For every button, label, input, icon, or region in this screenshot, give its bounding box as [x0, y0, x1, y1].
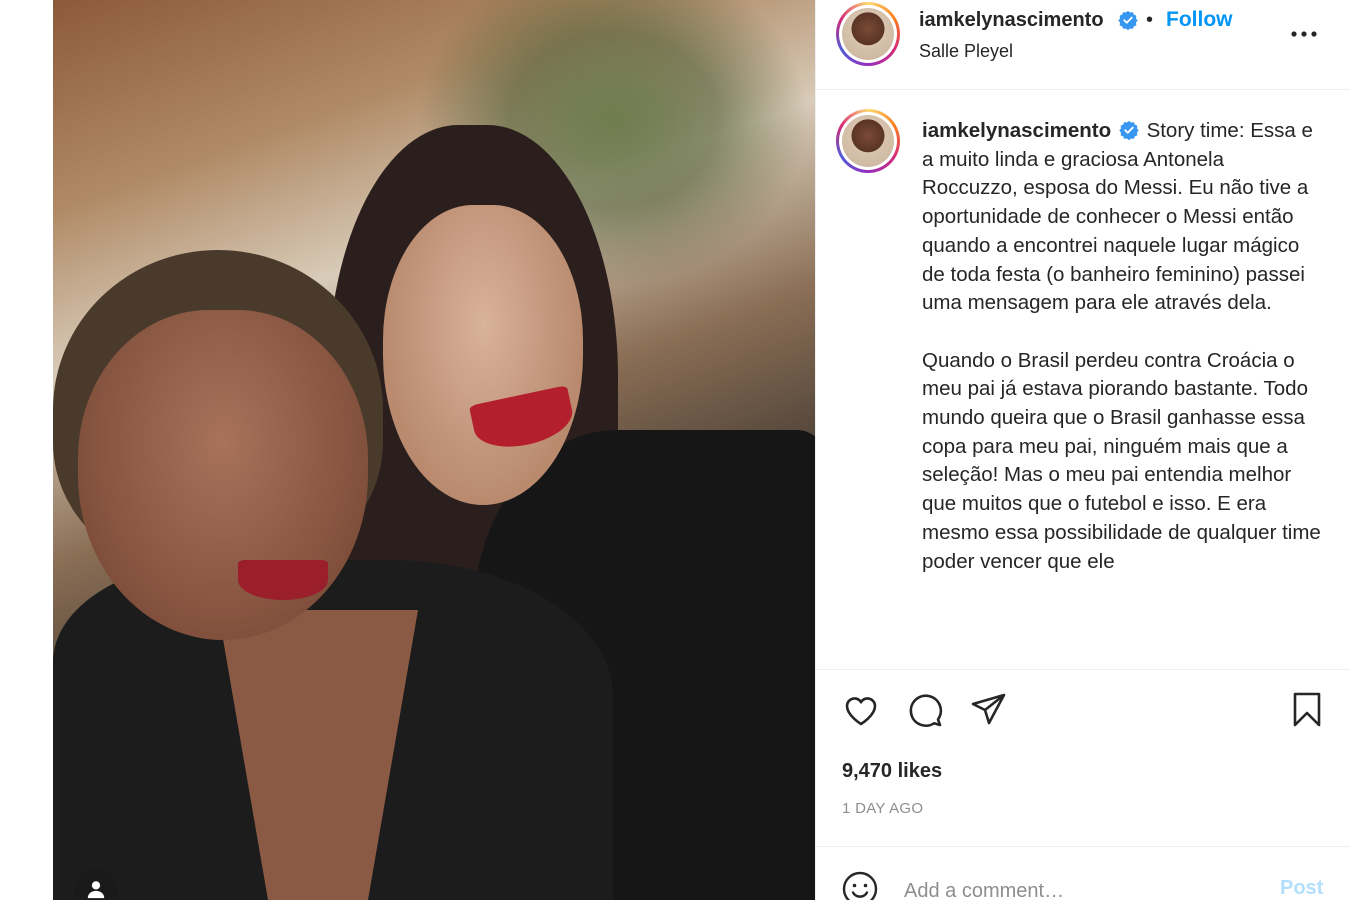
user-icon	[87, 881, 105, 899]
emoji-button[interactable]	[840, 869, 880, 900]
smiley-icon	[842, 871, 878, 900]
photo-woman-left-face	[78, 310, 368, 640]
post-photo[interactable]	[53, 0, 815, 900]
post-actions	[816, 690, 1350, 734]
photo-smile-left	[238, 560, 328, 600]
post-header: iamkelynascimento • Follow Salle Pleyel	[816, 0, 1350, 90]
caption-author-avatar[interactable]	[836, 109, 900, 173]
save-button[interactable]	[1287, 690, 1327, 730]
likes-count[interactable]: 9,470 likes	[842, 760, 942, 783]
comment-input[interactable]	[904, 877, 1264, 900]
comment-button[interactable]	[905, 690, 945, 730]
caption-paragraph-2: Quando o Brasil perdeu contra Croácia o …	[922, 348, 1321, 573]
caption-text: iamkelynascimento Story time: Essa e a m…	[922, 117, 1322, 576]
post-side-panel: iamkelynascimento • Follow Salle Pleyel …	[815, 0, 1350, 900]
verified-badge-icon	[1119, 120, 1139, 141]
author-username-link[interactable]: iamkelynascimento	[919, 9, 1104, 32]
caption-username-link[interactable]: iamkelynascimento	[922, 119, 1111, 142]
caption-paragraph-1-text: Story time: Essa e a muito linda e graci…	[922, 119, 1313, 315]
bookmark-icon	[1293, 692, 1321, 727]
caption-area[interactable]: iamkelynascimento Story time: Essa e a m…	[816, 91, 1350, 670]
more-options-button[interactable]	[1288, 22, 1320, 46]
post-comment-button[interactable]: Post	[1280, 877, 1323, 900]
author-avatar[interactable]	[836, 2, 900, 66]
post-timestamp[interactable]: 1 DAY AGO	[842, 800, 923, 817]
more-horizontal-icon	[1291, 31, 1317, 37]
caption-paragraph-1: iamkelynascimento Story time: Essa e a m…	[922, 117, 1322, 318]
share-button[interactable]	[969, 690, 1009, 730]
verified-badge-icon	[1118, 10, 1138, 35]
like-button[interactable]	[841, 690, 881, 730]
location-link[interactable]: Salle Pleyel	[919, 41, 1013, 62]
separator-dot: •	[1146, 9, 1154, 31]
heart-icon	[845, 697, 877, 726]
comment-bar: Post	[816, 846, 1350, 900]
comment-bubble-icon	[909, 694, 943, 727]
paper-plane-icon	[971, 693, 1006, 725]
follow-button[interactable]: Follow	[1166, 8, 1233, 32]
photo-woman-right-face	[383, 205, 583, 505]
